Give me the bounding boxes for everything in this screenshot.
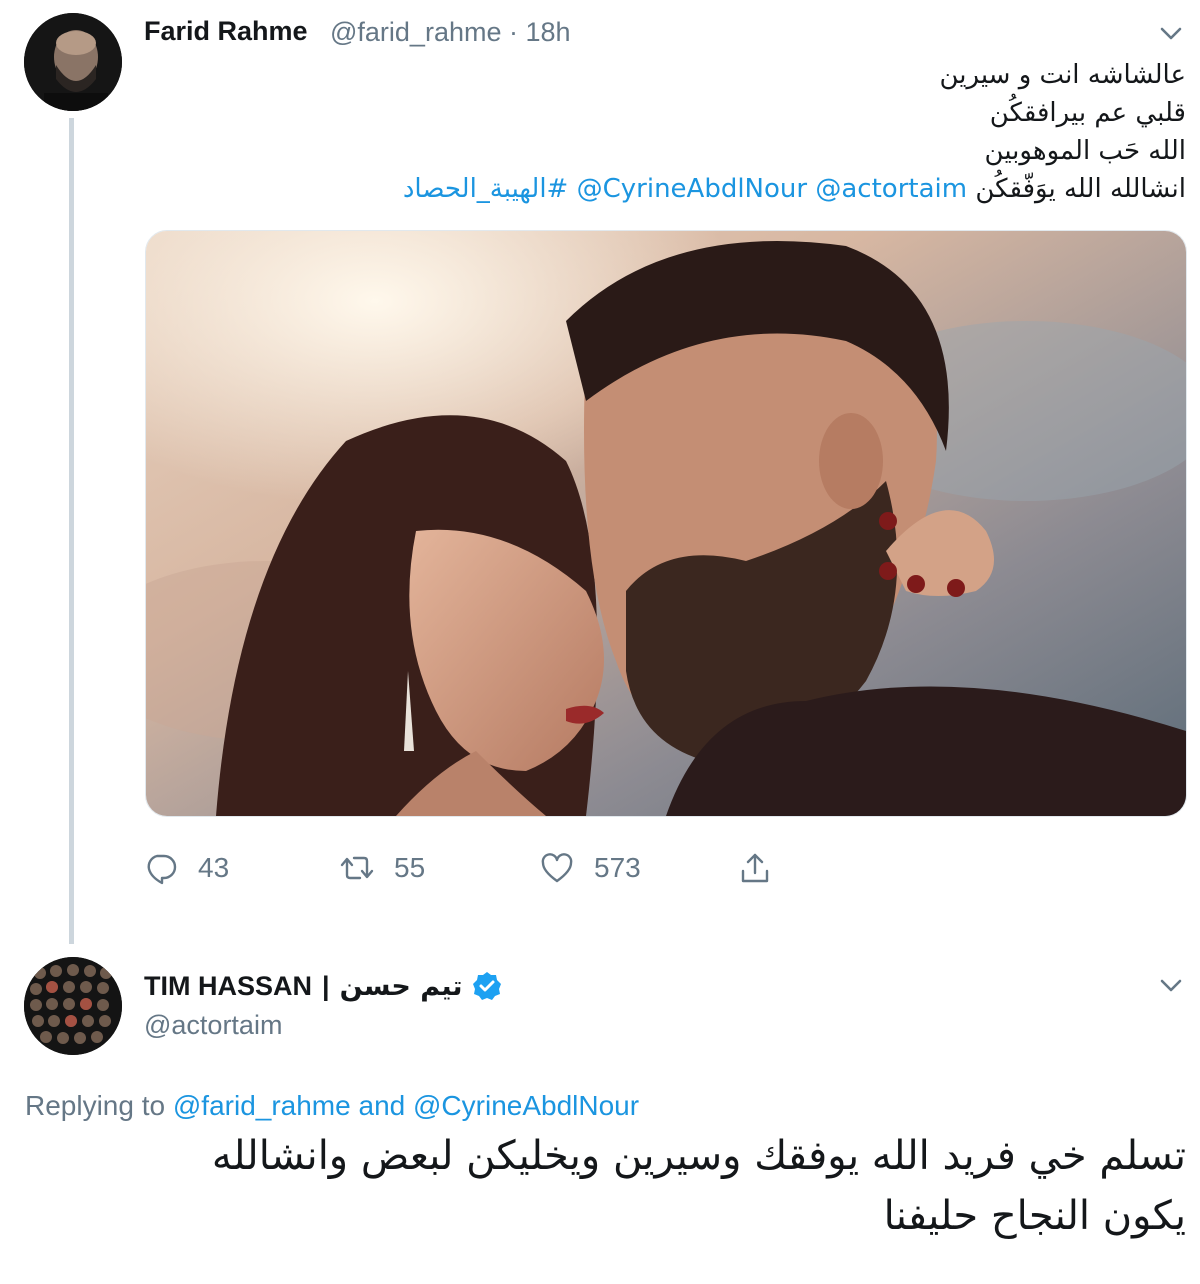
tweet1-text-line: الله حَب الموهوبين	[984, 136, 1186, 166]
hashtag-link[interactable]: #الهيبة_الحصاد	[403, 174, 569, 204]
tweet2-author-name[interactable]: TIM HASSAN | تيم حسن	[144, 970, 503, 1002]
tweet1-text-line: قلبي عم بيرافقكُن	[989, 98, 1186, 128]
like-button[interactable]: 573	[540, 848, 641, 888]
chevron-down-icon[interactable]	[1156, 970, 1186, 1000]
tweet-media-image[interactable]	[145, 230, 1187, 817]
retweet-button[interactable]: 55	[340, 848, 425, 888]
tweet1-author-handle[interactable]: @farid_rahme	[330, 17, 501, 47]
reply-count: 43	[198, 852, 230, 883]
replying-prefix: Replying to	[25, 1090, 166, 1121]
couple-photo	[146, 231, 1186, 816]
heart-icon	[541, 853, 573, 883]
chevron-down-icon[interactable]	[1156, 18, 1186, 48]
reply-icon	[147, 854, 177, 885]
tweet1-text-fragment: انشالله الله يوَفّقكُن	[975, 174, 1186, 204]
tweet1-handle-time: @farid_rahme · 18h	[330, 17, 571, 48]
tweet1-separator: ·	[509, 17, 518, 47]
tweet2-text-line: يكون النجاح حليفنا	[883, 1193, 1186, 1239]
replying-link-farid[interactable]: @farid_rahme	[173, 1090, 351, 1121]
replying-and: and	[358, 1090, 406, 1121]
mention-link-actortaim[interactable]: @actortaim	[815, 174, 967, 204]
name-separator: |	[322, 970, 330, 1001]
tweet2-text-line: تسلم خي فريد الله يوفقك وسيرين ويخليكن ل…	[211, 1133, 1186, 1179]
avatar-portrait	[24, 13, 122, 111]
like-count: 573	[594, 852, 641, 883]
replying-to-context: Replying to @farid_rahme and @CyrineAbdl…	[25, 1090, 639, 1122]
retweet-icon	[340, 856, 374, 880]
tweet1-time[interactable]: 18h	[526, 17, 571, 47]
tweet1-text-line: عالشاشه انت و سيرين	[939, 60, 1186, 90]
replying-link-cyrine[interactable]: @CyrineAbdlNour	[413, 1090, 639, 1121]
avatar-farid-rahme[interactable]	[24, 13, 122, 111]
tweet2-author-handle[interactable]: @actortaim	[144, 1010, 282, 1041]
share-button[interactable]	[738, 848, 772, 888]
avatar-tim-hassan[interactable]	[24, 957, 122, 1055]
tweet1-text-line-mentions: انشالله الله يوَفّقكُن @actortaim @Cyrin…	[403, 174, 1186, 204]
retweet-count: 55	[394, 852, 426, 883]
tweet2-author-name-latin: TIM HASSAN	[144, 970, 312, 1001]
tweet1-author-name[interactable]: Farid Rahme	[144, 16, 308, 47]
avatar-collage	[24, 957, 122, 1055]
verified-badge-icon	[472, 972, 501, 1000]
thread-connector-line	[69, 118, 74, 944]
tweet2-author-name-arabic: تيم حسن	[339, 970, 463, 1002]
share-icon	[741, 853, 769, 883]
mention-link-cyrine[interactable]: @CyrineAbdlNour	[577, 174, 807, 204]
reply-button[interactable]: 43	[144, 848, 229, 888]
